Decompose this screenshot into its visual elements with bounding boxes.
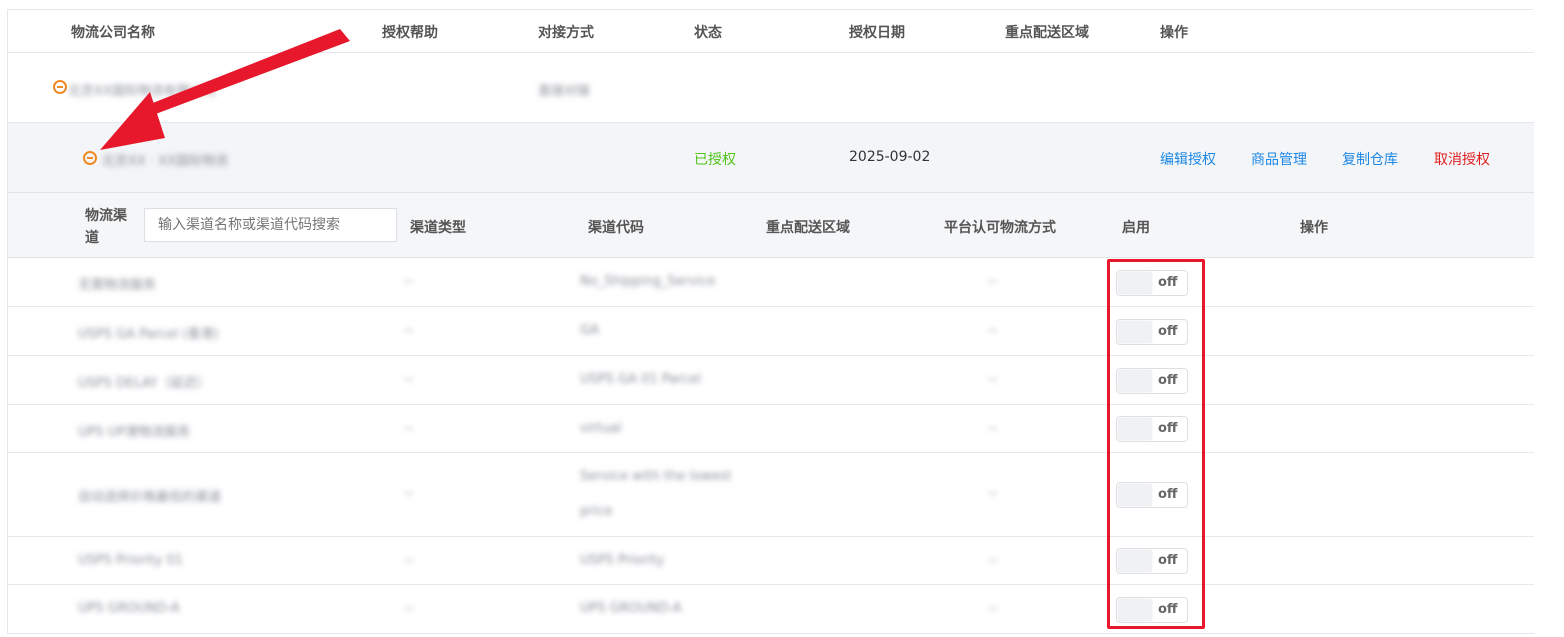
copy-warehouse-link[interactable]: 复制仓库 bbox=[1342, 149, 1398, 169]
product-manage-link[interactable]: 商品管理 bbox=[1251, 149, 1307, 169]
toggle-knob bbox=[1118, 418, 1152, 440]
channel-type: -- bbox=[404, 553, 414, 568]
channel-code: Service with the lowest bbox=[580, 469, 732, 484]
toggle-knob bbox=[1118, 321, 1152, 343]
platform-method: -- bbox=[988, 601, 998, 616]
channel-name: 自动选择价格最低的渠道 bbox=[78, 490, 222, 505]
col-actions: 操作 bbox=[1160, 25, 1188, 41]
col-connect-method: 对接方式 bbox=[538, 25, 594, 41]
col-company-name: 物流公司名称 bbox=[71, 25, 155, 41]
channel-search-input[interactable] bbox=[144, 208, 397, 242]
channel-code-cont: price bbox=[580, 504, 613, 519]
enable-toggle[interactable]: off bbox=[1116, 270, 1188, 296]
col-key-region: 重点配送区域 bbox=[766, 220, 850, 236]
cancel-auth-link[interactable]: 取消授权 bbox=[1434, 149, 1490, 169]
col-auth-help: 授权帮助 bbox=[382, 25, 438, 41]
enable-toggle[interactable]: off bbox=[1116, 597, 1188, 623]
enable-toggle[interactable]: off bbox=[1116, 319, 1188, 345]
table-row: UPS UP港物流服务 -- virtual -- off bbox=[8, 405, 1534, 453]
col-enable: 启用 bbox=[1122, 220, 1150, 236]
toggle-label: off bbox=[1158, 275, 1178, 290]
channel-type: -- bbox=[404, 323, 414, 338]
col-channel-type: 渠道类型 bbox=[410, 220, 466, 236]
table-row: USPS Priority 01 -- USPS Priority -- off bbox=[8, 537, 1534, 585]
channel-code: USPS Priority bbox=[580, 553, 665, 568]
table-row: 无需物流服务 -- No_Shipping_Service -- off bbox=[8, 258, 1534, 307]
channel-name: UPS UP港物流服务 bbox=[78, 425, 191, 440]
channel-name: 无需物流服务 bbox=[78, 278, 157, 293]
col-auth-date: 授权日期 bbox=[849, 25, 905, 41]
channel-code: GA bbox=[580, 323, 599, 338]
platform-method: -- bbox=[988, 486, 998, 501]
channel-type: -- bbox=[404, 421, 414, 436]
platform-method: -- bbox=[988, 372, 998, 387]
toggle-knob bbox=[1118, 550, 1152, 572]
channel-type: -- bbox=[404, 601, 414, 616]
col-channel-code: 渠道代码 bbox=[588, 220, 644, 236]
table-row: USPS DELAY（延迟） -- USPS GA 01 Parcel -- o… bbox=[8, 356, 1534, 405]
company-connect-method: 直接对接 bbox=[538, 84, 591, 99]
channel-name: USPS GA Parcel (香港) bbox=[78, 327, 219, 342]
channel-name: UPS GROUND-A bbox=[78, 601, 180, 616]
toggle-label: off bbox=[1158, 487, 1178, 502]
channel-type: -- bbox=[404, 372, 414, 387]
col-channel-cont: 道 bbox=[85, 230, 99, 246]
toggle-label: off bbox=[1158, 602, 1178, 617]
toggle-label: off bbox=[1158, 324, 1178, 339]
toggle-knob bbox=[1118, 370, 1152, 392]
channel-type: -- bbox=[404, 486, 414, 501]
toggle-knob bbox=[1118, 272, 1152, 294]
company-name: 北京XX国际物流有限公司 bbox=[68, 84, 216, 99]
status-badge: 已授权 bbox=[694, 152, 736, 168]
toggle-knob bbox=[1118, 484, 1152, 506]
channel-type: -- bbox=[404, 274, 414, 289]
col-status: 状态 bbox=[694, 25, 722, 41]
col-platform-method: 平台认可物流方式 bbox=[944, 220, 1056, 236]
channel-name: USPS Priority 01 bbox=[78, 553, 183, 568]
edit-auth-link[interactable]: 编辑授权 bbox=[1160, 149, 1216, 169]
account-row: 北京XX · XX国际物流 已授权 2025-09-02 编辑授权 商品管理 复… bbox=[8, 123, 1534, 193]
table-row: 自动选择价格最低的渠道 -- Service with the lowest p… bbox=[8, 453, 1534, 537]
company-row: 北京XX国际物流有限公司 直接对接 bbox=[8, 53, 1534, 123]
channel-code: UPS GROUND-A bbox=[580, 601, 682, 616]
enable-toggle[interactable]: off bbox=[1116, 548, 1188, 574]
account-name: 北京XX · XX国际物流 bbox=[102, 154, 229, 169]
channel-name: USPS DELAY（延迟） bbox=[78, 376, 210, 391]
toggle-label: off bbox=[1158, 373, 1178, 388]
col-channel: 物流渠 bbox=[85, 208, 127, 224]
col-key-region: 重点配送区域 bbox=[1005, 25, 1089, 41]
platform-method: -- bbox=[988, 274, 998, 289]
platform-method: -- bbox=[988, 553, 998, 568]
channel-code: No_Shipping_Service bbox=[580, 274, 716, 289]
col-action: 操作 bbox=[1300, 220, 1328, 236]
enable-toggle[interactable]: off bbox=[1116, 416, 1188, 442]
auth-date: 2025-09-02 bbox=[849, 149, 931, 165]
enable-toggle[interactable]: off bbox=[1116, 482, 1188, 508]
channel-code: virtual bbox=[580, 421, 622, 436]
platform-method: -- bbox=[988, 323, 998, 338]
collapse-icon[interactable] bbox=[83, 151, 97, 165]
table-row: UPS GROUND-A -- UPS GROUND-A -- off bbox=[8, 585, 1534, 634]
table-header: 物流公司名称 授权帮助 对接方式 状态 授权日期 重点配送区域 操作 bbox=[8, 9, 1534, 53]
platform-method: -- bbox=[988, 421, 998, 436]
toggle-label: off bbox=[1158, 421, 1178, 436]
table-row: USPS GA Parcel (香港) -- GA -- off bbox=[8, 307, 1534, 356]
enable-toggle[interactable]: off bbox=[1116, 368, 1188, 394]
collapse-icon[interactable] bbox=[53, 80, 67, 94]
toggle-label: off bbox=[1158, 553, 1178, 568]
channel-code: USPS GA 01 Parcel bbox=[580, 372, 701, 387]
toggle-knob bbox=[1118, 599, 1152, 621]
channel-header: 物流渠 道 渠道类型 渠道代码 重点配送区域 平台认可物流方式 启用 操作 bbox=[8, 193, 1534, 258]
